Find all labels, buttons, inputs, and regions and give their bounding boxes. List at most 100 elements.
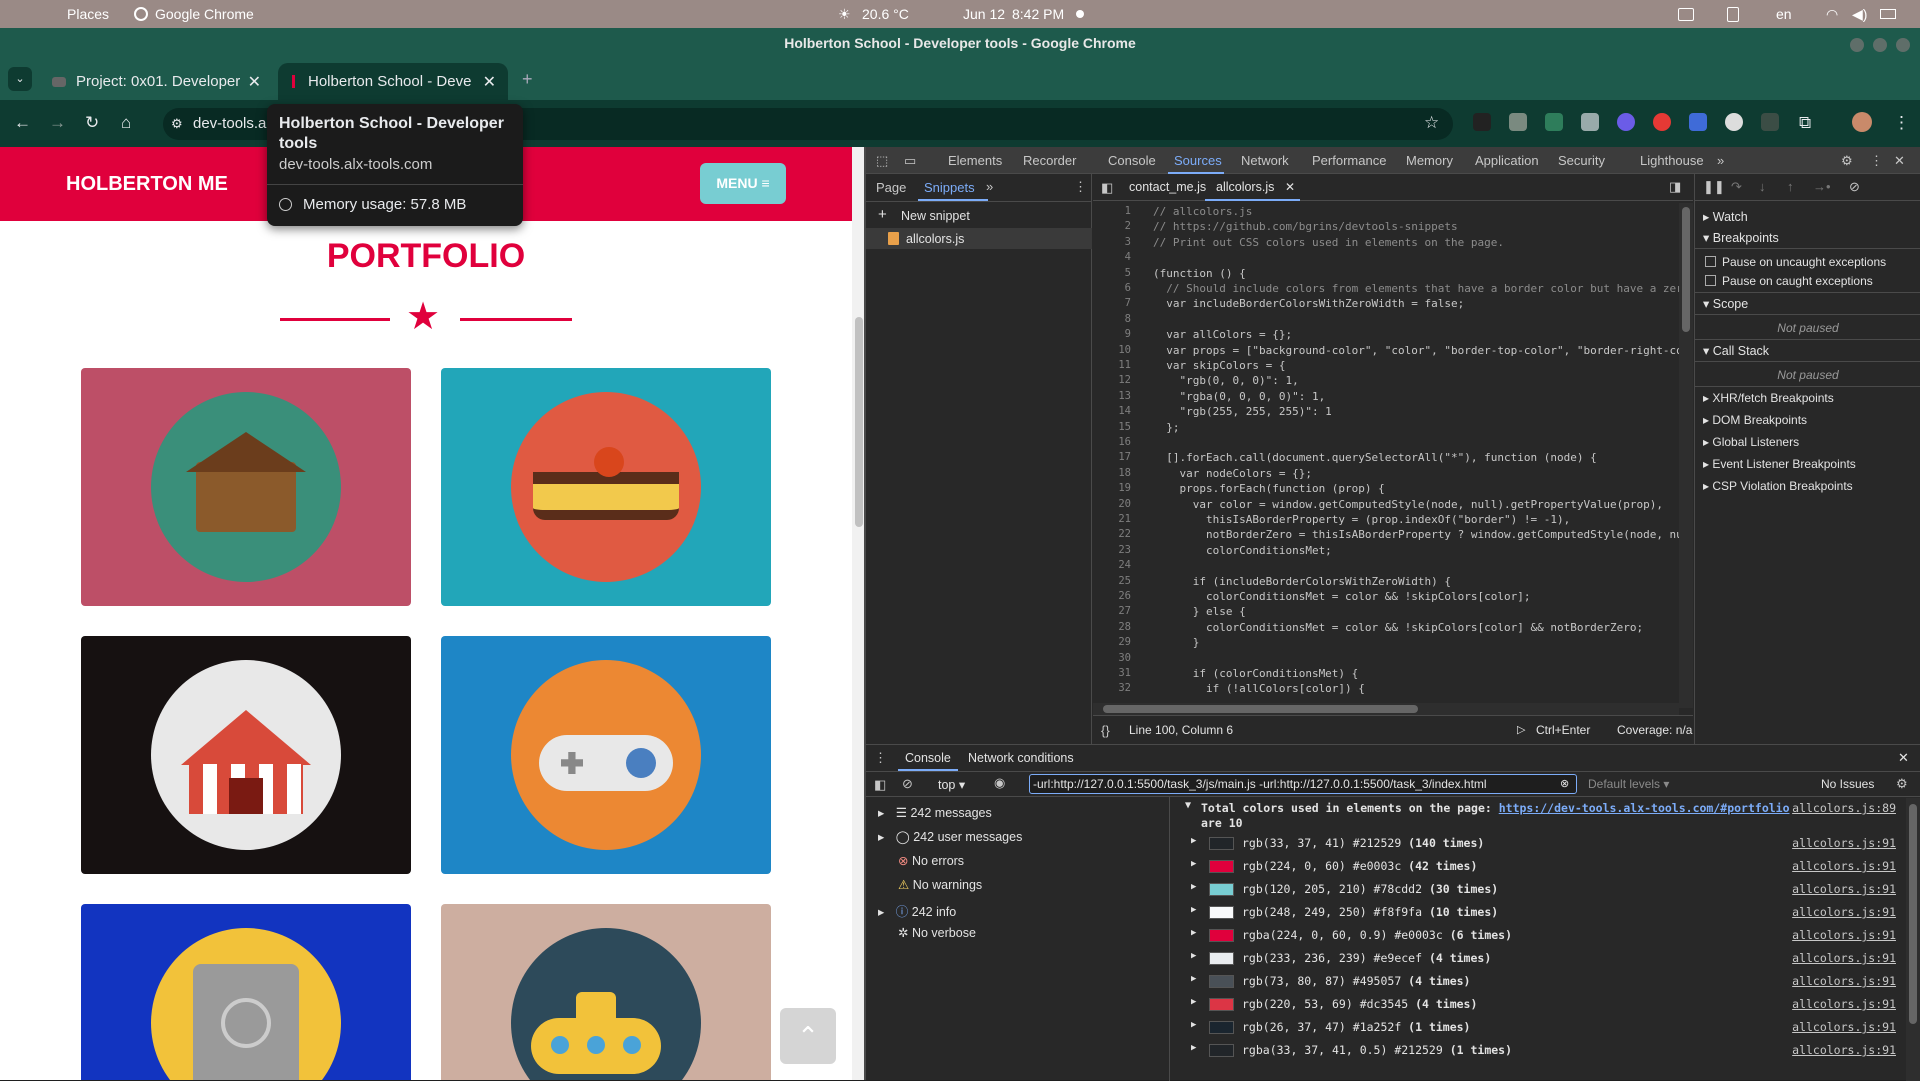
console-color-row[interactable]: ▶ rgb(220, 53, 69) #dc3545 (4 times) allco… — [1171, 993, 1906, 1016]
tab-project[interactable]: Project: 0x01. Developer ✕ — [38, 63, 273, 100]
expand-triangle-icon[interactable]: ▶ — [1191, 859, 1196, 869]
site-logo[interactable]: HOLBERTON ME — [66, 173, 228, 196]
line-number[interactable]: 17 — [1093, 451, 1131, 463]
code-line[interactable]: // https://github.com/bgrins/devtools-sn… — [1153, 220, 1458, 233]
source-link[interactable]: allcolors.js:91 — [1792, 997, 1896, 1011]
code-line[interactable]: var skipColors = { — [1153, 359, 1285, 372]
extension-icon-1[interactable] — [1473, 113, 1491, 131]
category-errors[interactable]: ⊗ No errors — [898, 853, 964, 868]
code-line[interactable]: var props = ["background-color", "color"… — [1153, 344, 1679, 357]
console-color-row[interactable]: ▶ rgb(224, 0, 60) #e0003c (42 times) allco… — [1171, 855, 1906, 878]
code-line[interactable]: if (includeBorderColorsWithZeroWidth) { — [1153, 575, 1451, 588]
source-link[interactable]: allcolors.js:91 — [1792, 836, 1896, 850]
code-line[interactable]: if (colorConditionsMet) { — [1153, 667, 1359, 680]
line-number[interactable]: 13 — [1093, 390, 1131, 402]
wifi-icon[interactable]: ◠ — [1826, 6, 1838, 23]
portfolio-card-cabin[interactable] — [81, 368, 411, 606]
scroll-to-top-button[interactable]: ⌃ — [780, 1008, 836, 1064]
code-line[interactable]: // Print out CSS colors used in elements… — [1153, 236, 1504, 249]
tab-sources[interactable]: Sources — [1174, 153, 1222, 168]
console-color-row[interactable]: ▶ rgb(73, 80, 87) #495057 (4 times) allcol… — [1171, 970, 1906, 993]
extension-icon-3[interactable] — [1545, 113, 1563, 131]
tab-search-button[interactable]: ⌄ — [8, 67, 32, 91]
line-number[interactable]: 12 — [1093, 374, 1131, 386]
source-link[interactable]: allcolors.js:91 — [1792, 882, 1896, 896]
code-line[interactable]: // Should include colors from elements t… — [1153, 282, 1679, 295]
code-line[interactable]: props.forEach(function (prop) { — [1153, 482, 1384, 495]
tab-console[interactable]: Console — [1108, 153, 1156, 168]
clear-filter-icon[interactable]: ⊗ — [1560, 777, 1569, 790]
code-line[interactable]: } else { — [1153, 605, 1246, 618]
line-number[interactable]: 10 — [1093, 344, 1131, 356]
line-number[interactable]: 9 — [1093, 328, 1131, 340]
source-link[interactable]: allcolors.js:91 — [1792, 951, 1896, 965]
editor-tab-contact-me[interactable]: contact_me.js — [1129, 180, 1206, 194]
code-line[interactable]: var color = window.getComputedStyle(node… — [1153, 498, 1663, 511]
inspect-element-icon[interactable]: ⬚ — [876, 153, 888, 169]
step-out-icon[interactable]: ↑ — [1787, 179, 1794, 194]
more-tabs-icon[interactable]: » — [1717, 153, 1724, 168]
clear-console-icon[interactable]: ⊘ — [902, 776, 913, 792]
console-scrollbar[interactable] — [1906, 798, 1920, 1081]
source-link[interactable]: allcolors.js:91 — [1792, 1043, 1896, 1057]
line-number[interactable]: 5 — [1093, 267, 1131, 279]
source-link[interactable]: allcolors.js:91 — [1792, 1020, 1896, 1034]
expand-triangle-icon[interactable]: ▶ — [1191, 997, 1196, 1007]
xhr-breakpoints-section[interactable]: ▸ XHR/fetch Breakpoints — [1703, 391, 1834, 405]
expand-triangle-icon[interactable]: ▶ — [1191, 882, 1196, 892]
date[interactable]: Jun 12 — [963, 6, 1005, 22]
expand-triangle-icon[interactable]: ▶ — [1191, 974, 1196, 984]
close-devtools-icon[interactable]: ✕ — [1894, 153, 1905, 169]
portfolio-card-cake[interactable] — [441, 368, 771, 606]
terminal-icon[interactable] — [1678, 8, 1694, 21]
extension-icon-4[interactable] — [1581, 113, 1599, 131]
line-number[interactable]: 21 — [1093, 513, 1131, 525]
home-icon[interactable]: ⌂ — [121, 113, 131, 133]
extension-icon-5[interactable] — [1617, 113, 1635, 131]
line-number[interactable]: 32 — [1093, 682, 1131, 694]
expand-triangle-icon[interactable]: ▶ — [1191, 928, 1196, 938]
pretty-print-icon[interactable]: {} — [1101, 723, 1110, 738]
close-tab-icon[interactable]: ✕ — [248, 72, 261, 92]
code-line[interactable]: }; — [1153, 421, 1179, 434]
portfolio-card-submarine[interactable] — [441, 904, 771, 1080]
live-expression-eye-icon[interactable]: ◉ — [994, 775, 1005, 791]
line-number[interactable]: 24 — [1093, 559, 1131, 571]
site-info-icon[interactable]: ⚙ — [171, 108, 183, 140]
tab-recorder[interactable]: Recorder — [1023, 153, 1076, 168]
line-number[interactable]: 28 — [1093, 621, 1131, 633]
line-number[interactable]: 7 — [1093, 297, 1131, 309]
code-line[interactable]: "rgba(0, 0, 0, 0)": 1, — [1153, 390, 1325, 403]
line-number[interactable]: 3 — [1093, 236, 1131, 248]
console-color-row[interactable]: ▶ rgb(120, 205, 210) #78cdd2 (30 times) al… — [1171, 878, 1906, 901]
pause-icon[interactable]: ❚❚ — [1703, 179, 1725, 195]
portfolio-card-circus[interactable] — [81, 636, 411, 874]
clock[interactable]: 8:42 PM — [1012, 6, 1064, 22]
battery-icon[interactable] — [1880, 9, 1896, 19]
line-number[interactable]: 29 — [1093, 636, 1131, 648]
tab-application[interactable]: Application — [1475, 153, 1539, 168]
console-filter-input[interactable]: -url:http://127.0.0.1:5500/task_3/js/mai… — [1029, 774, 1577, 794]
code-line[interactable]: notBorderZero = thisIsABorderProperty ? … — [1153, 528, 1679, 541]
volume-icon[interactable]: ◀) — [1852, 6, 1867, 23]
devtools-menu-icon[interactable]: ⋮ — [1870, 153, 1883, 169]
step-into-icon[interactable]: ↓ — [1759, 179, 1766, 194]
code-line[interactable]: var includeBorderColorsWithZeroWidth = f… — [1153, 297, 1464, 310]
source-link[interactable]: allcolors.js:89 — [1792, 801, 1896, 815]
expand-triangle-icon[interactable]: ▶ — [1191, 836, 1196, 846]
source-link[interactable]: allcolors.js:91 — [1792, 928, 1896, 942]
console-group-header[interactable]: ▼ Total colors used in elements on the p… — [1171, 797, 1906, 830]
sidebar-toggle-icon[interactable]: ◧ — [874, 777, 886, 793]
nav-tab-page[interactable]: Page — [876, 180, 906, 195]
category-verbose[interactable]: ✲ No verbose — [898, 925, 976, 940]
log-levels-dropdown[interactable]: Default levels ▾ — [1588, 777, 1669, 791]
code-line[interactable]: } — [1153, 636, 1200, 649]
code-line[interactable]: colorConditionsMet = color && !skipColor… — [1153, 621, 1643, 634]
line-number[interactable]: 30 — [1093, 652, 1131, 664]
editor-vscroll[interactable] — [1679, 203, 1693, 708]
issues-counter[interactable]: No Issues — [1821, 777, 1874, 791]
toggle-debugger-icon[interactable]: ◨ — [1669, 179, 1681, 195]
category-user-messages[interactable]: ▸ ◯ 242 user messages — [878, 829, 1022, 844]
line-number[interactable]: 26 — [1093, 590, 1131, 602]
line-number[interactable]: 20 — [1093, 498, 1131, 510]
